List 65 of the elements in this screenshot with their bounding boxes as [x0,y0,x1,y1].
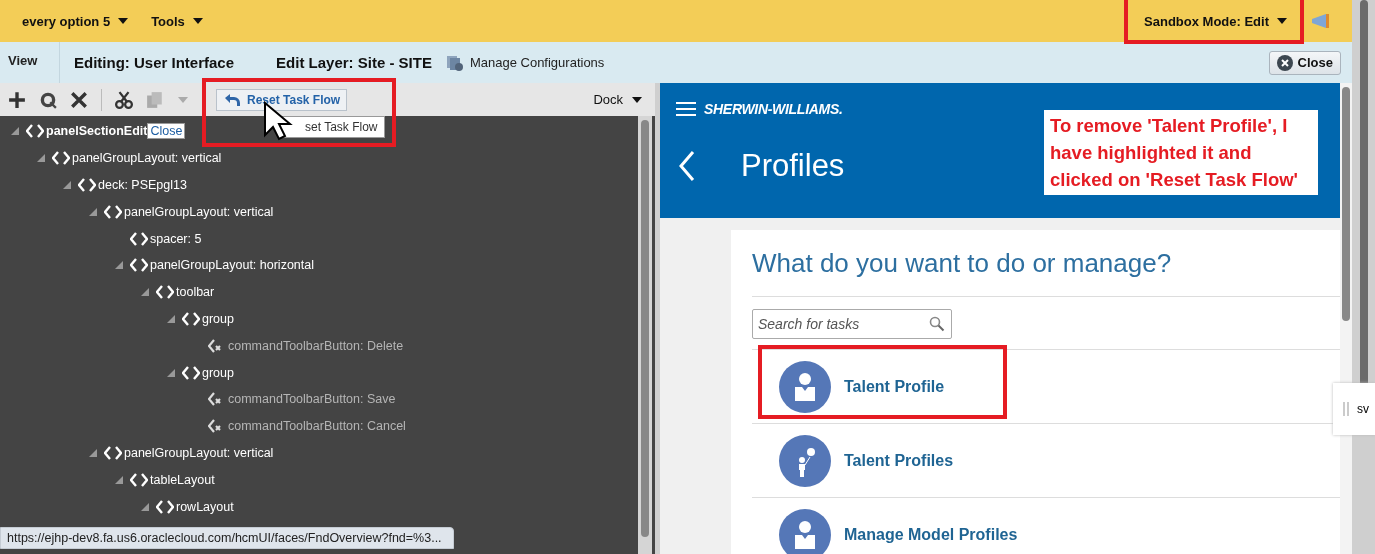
tree-node-label[interactable]: toolbar [176,285,215,300]
add-icon [8,90,26,109]
expanded-triangle-icon[interactable] [62,180,72,190]
page-title: Profiles [741,148,845,184]
expanded-triangle-icon[interactable] [140,287,150,298]
scissors-icon [115,90,133,109]
caret-icon [117,16,130,26]
side-tab[interactable]: sv [1333,383,1375,435]
task-link[interactable]: Talent Profiles [844,451,954,470]
grip-icon [1343,402,1349,416]
link-url-tooltip: https://ejhp-dev8.fa.us6.oraclecloud.com/hcmUI/faces/FndOverview?fnd=%3... [0,527,454,549]
menu-button[interactable]: Tools [143,9,212,33]
edit-layer-title: Edit Layer: Site - SITE [276,54,432,71]
page-heading: What do you want to do or manage? [752,248,1173,280]
expanded-triangle-icon[interactable] [166,367,176,378]
tree-node-label[interactable]: group [202,365,234,380]
reset-task-flow-button[interactable]: Reset Task Flow [216,88,348,111]
tree-node-label[interactable]: panelGroupLayout: vertical [72,151,222,166]
tree-node-label[interactable]: panelSectionEdit [46,124,148,139]
caret-icon [177,94,189,105]
megaphone-icon [1310,12,1332,30]
expanded-triangle-icon[interactable] [10,126,20,137]
close-button[interactable]: Close [1268,50,1341,75]
sandbox-mode-menu[interactable]: Sandbox Mode: Edit [1136,9,1296,33]
annotation-note: To remove 'Talent Profile', I have highlighted it and clicked on 'Reset Task Flow' [1044,110,1318,195]
person-balloon-icon [779,434,831,487]
expanded-triangle-icon[interactable] [140,501,150,512]
tree-node-label[interactable]: group [202,311,234,326]
menu-icon [676,101,696,117]
dock-menu[interactable]: Dock [587,91,649,108]
scrollbar[interactable] [1352,0,1375,554]
task-link[interactable]: Manage Model Profiles [844,525,1018,544]
menu-button[interactable]: every option 5 [14,9,138,33]
search-field[interactable]: Search for tasks [752,309,952,339]
expanded-triangle-icon[interactable] [166,313,176,324]
tree-node-label[interactable]: deck: PSEpgl13 [98,178,187,192]
expanded-triangle-icon[interactable] [114,260,124,271]
configurations-icon [445,53,464,72]
tree-node-label[interactable]: panelGroupLayout: vertical [124,204,274,219]
editing-title: Editing: User Interface [74,54,235,71]
tooltip: set Task Flow [278,115,386,138]
search-icon [929,316,945,332]
back-icon [679,151,695,181]
tree-node-label[interactable]: panelGroupLayout: vertical [124,445,274,460]
expanded-triangle-icon[interactable] [36,153,46,164]
expanded-triangle-icon[interactable] [114,474,124,485]
tree-node-label[interactable]: spacer: 5 [150,231,202,246]
caret-icon [191,16,204,26]
person-icon [779,360,831,413]
caret-icon [631,94,643,105]
expanded-triangle-icon[interactable] [88,206,98,217]
scrollbar[interactable] [638,116,652,554]
tree-node-label[interactable]: tableLayout [150,472,215,487]
expanded-triangle-icon[interactable] [88,447,98,458]
tree-node-label[interactable]: panelGroupLayout: horizontal [150,258,314,273]
tree-node-label[interactable]: rowLayout [176,499,234,514]
task-link[interactable]: Talent Profile [844,377,945,396]
copy-icon [146,90,164,109]
caret-icon [1276,16,1288,26]
manage-configurations-link[interactable]: Manage Configurations [469,55,605,70]
undo-arrow-icon [223,92,241,107]
close-icon [1276,54,1293,71]
close-link[interactable]: Close [147,123,186,140]
brand-logo: SHERWIN-WILLIAMS. [704,101,843,117]
delete-icon [70,90,88,109]
